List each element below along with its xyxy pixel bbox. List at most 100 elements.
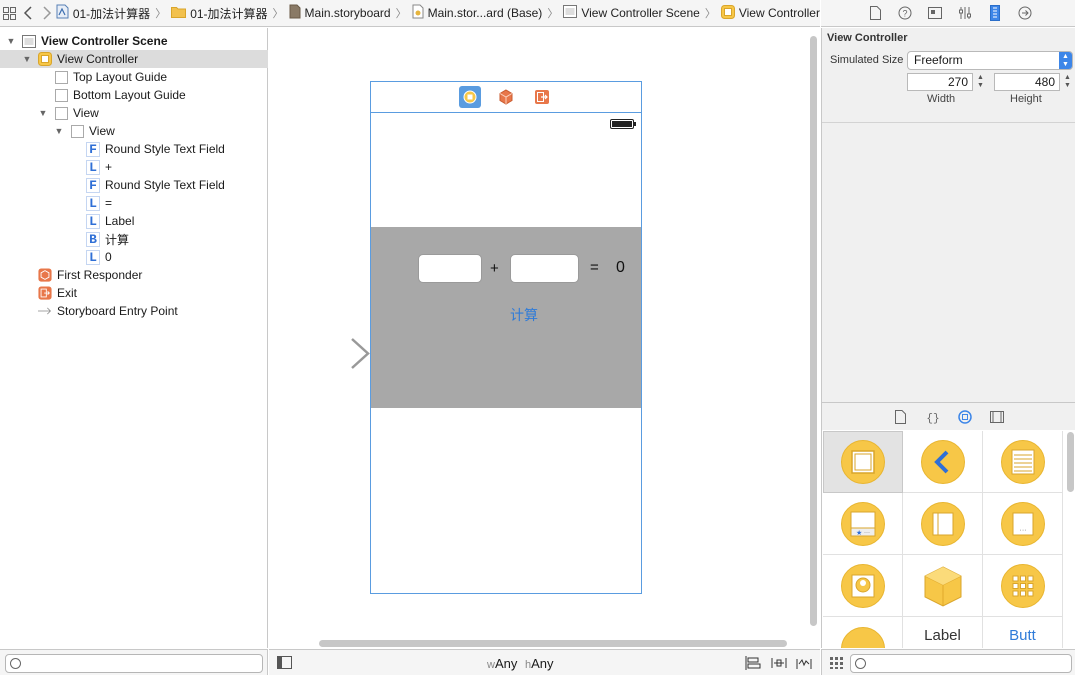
breadcrumb-folder[interactable]: 01-加法计算器〉 — [171, 5, 288, 22]
outline-row[interactable]: Exit — [0, 284, 268, 302]
view-icon — [70, 124, 84, 138]
outline-row[interactable]: L + — [0, 158, 268, 176]
outline-row[interactable]: ▼ View — [0, 122, 268, 140]
simulated-size-label: Simulated Size — [830, 54, 904, 66]
outline-filter-bar — [0, 649, 268, 675]
file-template-library-icon[interactable] — [892, 408, 910, 426]
library-item-glkit-view-controller[interactable] — [823, 555, 903, 617]
breadcrumb-base[interactable]: Main.stor...ard (Base) 〉 — [412, 4, 564, 22]
resolve-issues-icon[interactable] — [796, 656, 812, 670]
outline-row[interactable]: L0 — [0, 248, 268, 266]
outline-row[interactable]: ▼ View Controller Scene — [0, 32, 268, 50]
forward-arrow-icon[interactable] — [37, 0, 56, 26]
label-item-text: Label — [924, 627, 961, 644]
related-items-icon[interactable] — [0, 0, 19, 26]
code-snippet-library-icon[interactable]: {} — [924, 408, 942, 426]
breadcrumb-project[interactable]: 01-加法计算器〉 — [56, 4, 171, 22]
equals-label: = — [590, 259, 599, 276]
height-field[interactable]: 480 — [994, 73, 1060, 91]
library-item-label[interactable]: Label — [903, 617, 983, 648]
outline-row[interactable]: Bottom Layout Guide — [0, 86, 268, 104]
chevron-updown-icon: ▲ ▼ — [1059, 52, 1072, 69]
back-arrow-icon[interactable] — [19, 0, 38, 26]
align-icon[interactable] — [745, 656, 761, 670]
library-item-button[interactable]: Butt — [983, 617, 1063, 648]
library-item-view-controller[interactable] — [823, 431, 903, 493]
disclosure-triangle-icon[interactable]: ▼ — [38, 108, 48, 118]
toggle-outline-icon[interactable] — [277, 656, 293, 670]
second-number-text-field[interactable] — [510, 254, 579, 283]
outline-row[interactable]: F Round Style Text Field — [0, 140, 268, 158]
quick-help-icon[interactable]: ? — [896, 4, 914, 22]
outline-row[interactable]: First Responder — [0, 266, 268, 284]
first-responder-dock-icon[interactable] — [495, 86, 517, 108]
library-item-av-player[interactable] — [823, 617, 903, 648]
breadcrumb-scene[interactable]: View Controller Scene 〉 — [563, 5, 721, 21]
result-label: 0 — [616, 259, 625, 276]
simulated-size-select[interactable]: Freeform ▲ ▼ — [907, 51, 1073, 70]
outline-row[interactable]: Top Layout Guide — [0, 68, 268, 86]
connections-inspector-icon[interactable] — [1016, 4, 1034, 22]
library-item-page-view-controller[interactable]: ··· — [983, 493, 1063, 555]
disclosure-triangle-icon[interactable]: ▼ — [6, 36, 16, 46]
view-controller-icon — [720, 4, 735, 22]
width-stepper[interactable]: ▲ ▼ — [976, 74, 985, 90]
view-controller-icon — [38, 52, 52, 66]
outline-row[interactable]: ▼ View Controller — [0, 50, 268, 68]
object-library-icon[interactable] — [956, 408, 974, 426]
view-controller-dock-icon[interactable] — [459, 86, 481, 108]
outline-row[interactable]: Storyboard Entry Point — [0, 302, 268, 320]
height-stepper[interactable]: ▲ ▼ — [1063, 74, 1072, 90]
attributes-inspector-icon[interactable] — [956, 4, 974, 22]
outline-item-icon: F — [86, 141, 100, 157]
library-item-table-view-controller[interactable] — [983, 431, 1063, 493]
size-class-control[interactable]: wAny hAny — [487, 656, 554, 671]
canvas-vertical-scrollbar[interactable] — [808, 36, 818, 636]
disclosure-triangle-icon[interactable]: ▼ — [54, 126, 64, 136]
library-filter-field[interactable] — [850, 654, 1072, 673]
inspector-tabs: ? — [821, 0, 1075, 27]
svg-text:{}: {} — [927, 413, 939, 424]
outline-row[interactable]: L = — [0, 194, 268, 212]
size-inspector-icon[interactable] — [986, 4, 1004, 22]
view-icon — [54, 106, 68, 120]
container-view[interactable]: + = 0 计算 — [371, 227, 641, 408]
grid-view-icon[interactable] — [830, 657, 843, 669]
outline-row[interactable]: ▼ View — [0, 104, 268, 122]
breadcrumb-label: Main.storyboard — [304, 6, 391, 20]
outline-filter-field[interactable] — [5, 654, 263, 673]
library-item-object[interactable] — [903, 555, 983, 617]
outline-item-icon: L — [86, 213, 100, 229]
scene-icon — [22, 34, 36, 48]
breadcrumb-label: 01-加法计算器 — [72, 6, 151, 21]
outline-row[interactable]: F Round Style Text Field — [0, 176, 268, 194]
width-field[interactable]: 270 — [907, 73, 973, 91]
pin-icon[interactable] — [771, 656, 787, 670]
view-controller-scene[interactable]: + = 0 计算 — [370, 81, 642, 594]
disclosure-triangle-icon[interactable]: ▼ — [22, 54, 32, 64]
identity-inspector-icon[interactable] — [926, 4, 944, 22]
height-label: Height — [1010, 93, 1042, 105]
canvas-horizontal-scrollbar[interactable] — [319, 640, 789, 648]
storyboard-entry-arrow[interactable] — [276, 337, 371, 371]
size-inspector: View Controller Simulated Size Freeform … — [821, 28, 1075, 402]
first-number-text-field[interactable] — [418, 254, 482, 283]
library-scrollbar[interactable] — [1067, 432, 1074, 492]
svg-text:···: ··· — [1019, 527, 1026, 534]
calculate-button[interactable]: 计算 — [510, 305, 538, 325]
library-item-collection-view-controller[interactable] — [983, 555, 1063, 617]
breadcrumb-view-controller[interactable]: View Controller — [720, 4, 820, 22]
exit-dock-icon[interactable] — [531, 86, 553, 108]
file-inspector-icon[interactable] — [866, 4, 884, 22]
breadcrumb-storyboard[interactable]: Main.storyboard 〉 — [289, 4, 412, 22]
outline-row-label: View Controller — [57, 52, 139, 66]
media-library-icon[interactable] — [988, 408, 1006, 426]
outline-row-label: Exit — [57, 286, 78, 300]
library-item-split-view-controller[interactable] — [903, 493, 983, 555]
outline-row[interactable]: L Label — [0, 212, 268, 230]
library-item-tab-bar-controller[interactable]: ★ ··· — [823, 493, 903, 555]
library-item-navigation-controller[interactable] — [903, 431, 983, 493]
document-outline: ▼ View Controller Scene ▼ View Controller To… — [0, 28, 268, 648]
outline-row[interactable]: B 计算 — [0, 230, 268, 248]
first-responder-icon — [38, 268, 52, 282]
